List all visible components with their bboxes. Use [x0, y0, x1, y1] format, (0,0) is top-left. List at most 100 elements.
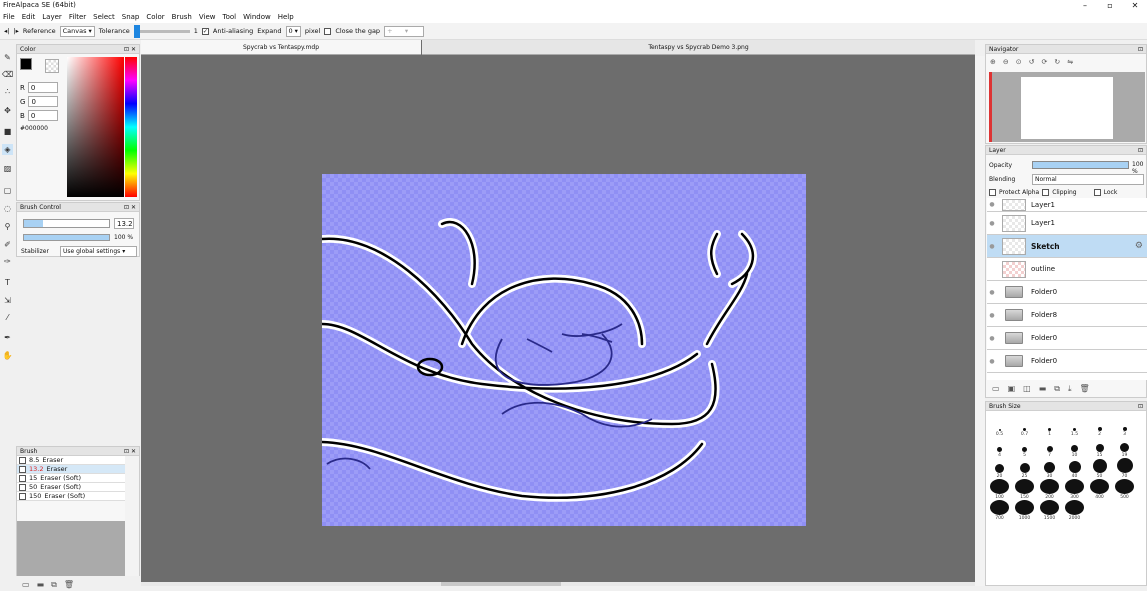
brush-size-option[interactable]: 2000	[1062, 500, 1087, 521]
brush-size-option[interactable]: 70	[1112, 458, 1137, 479]
brush-folder-icon[interactable]: ▬	[37, 580, 45, 590]
brush-size-option[interactable]: 3	[1112, 416, 1137, 437]
merge-layer-icon[interactable]: ⤓	[1068, 384, 1072, 394]
layer-row[interactable]: ● Sketch ⚙	[987, 235, 1147, 258]
new-folder-icon[interactable]: ▬	[1039, 384, 1047, 394]
tolerance-slider-thumb[interactable]	[133, 24, 140, 38]
protect-alpha-checkbox[interactable]	[989, 189, 996, 196]
brush-size-option[interactable]: 150	[1012, 479, 1037, 500]
panel-float-icon[interactable]: ⊡	[1138, 403, 1143, 410]
menu-layer[interactable]: Layer	[42, 13, 62, 21]
new-brush-icon[interactable]: ▭	[22, 580, 30, 590]
brush-size-option[interactable]: 10	[1062, 437, 1087, 458]
brush-size-option[interactable]: 400	[1087, 479, 1112, 500]
navigator-preview[interactable]	[989, 72, 1145, 142]
brush-size-option[interactable]: 200	[1037, 479, 1062, 500]
vertical-scrollbar[interactable]	[975, 56, 985, 586]
brush-opacity-slider[interactable]	[23, 234, 110, 241]
duplicate-layer-icon[interactable]: ⧉	[1054, 384, 1060, 394]
selection-pen-icon[interactable]: ✐	[2, 239, 13, 250]
delete-layer-icon[interactable]: 🗑	[1080, 384, 1090, 394]
visibility-icon[interactable]: ●	[987, 335, 997, 342]
maximize-icon[interactable]: ▫	[1100, 0, 1120, 11]
delete-brush-icon[interactable]: 🗑	[64, 580, 74, 590]
menu-select[interactable]: Select	[93, 13, 115, 21]
eraser-tool-icon[interactable]: ⌫	[2, 69, 13, 80]
reset-rotation-icon[interactable]: ⟳	[1042, 58, 1048, 66]
eyedropper-icon[interactable]: ✒	[2, 332, 13, 343]
panel-float-icon[interactable]: ⊡	[1138, 46, 1143, 53]
menu-color[interactable]: Color	[146, 13, 164, 21]
menu-tool[interactable]: Tool	[223, 13, 237, 21]
rect-tool-icon[interactable]: ■	[2, 126, 13, 137]
brush-item[interactable]: 15 Eraser (Soft)	[17, 474, 125, 483]
zoom-in-icon[interactable]: ⊕	[990, 58, 996, 66]
text-tool-icon[interactable]: T	[2, 277, 13, 288]
brush-item[interactable]: 150 Eraser (Soft)	[17, 492, 125, 501]
panel-float-icon[interactable]: ⊡	[1138, 147, 1143, 154]
brush-size-option[interactable]: 500	[1112, 479, 1137, 500]
expand-input[interactable]: 0 ▾	[285, 25, 301, 37]
brush-size-option[interactable]: 40	[1062, 458, 1087, 479]
dot-tool-icon[interactable]: ∴	[2, 86, 13, 97]
panel-close-icon[interactable]: ⊡ ✕	[124, 204, 136, 211]
brush-size-option[interactable]: 2	[1087, 416, 1112, 437]
brush-size-option[interactable]: 30	[1037, 458, 1062, 479]
menu-window[interactable]: Window	[243, 13, 271, 21]
brush-item[interactable]: 50 Eraser (Soft)	[17, 483, 125, 492]
visibility-icon[interactable]: ●	[987, 289, 997, 296]
brush-size-option[interactable]: 4	[987, 437, 1012, 458]
brush-size-option[interactable]: 15	[1087, 437, 1112, 458]
brush-size-option[interactable]: 300	[1062, 479, 1087, 500]
rotate-left-icon[interactable]: ↺	[1029, 58, 1035, 66]
new-8bit-layer-icon[interactable]: ▣	[1008, 384, 1016, 394]
select-tool-icon[interactable]: ▢	[2, 185, 13, 196]
divide-tool-icon[interactable]: ⁄	[2, 312, 13, 323]
visibility-icon[interactable]: ●	[987, 243, 997, 250]
brush-size-option[interactable]: 700	[987, 500, 1012, 521]
operation-tool-icon[interactable]: ⇲	[2, 295, 13, 306]
flip-icon[interactable]: ⇋	[1067, 58, 1073, 66]
rotate-right-icon[interactable]: ↻	[1054, 58, 1060, 66]
brush-size-option[interactable]: 0.5	[987, 416, 1012, 437]
close-gap-checkbox[interactable]	[324, 27, 332, 35]
brush-size-option[interactable]: 19	[1112, 437, 1137, 458]
brush-size-option[interactable]: 1	[1037, 416, 1062, 437]
new-1bit-layer-icon[interactable]: ◫	[1023, 384, 1031, 394]
fill-tool-icon[interactable]: ◈	[2, 144, 13, 155]
close-gap-select[interactable]: + ▾	[384, 25, 425, 37]
minimize-icon[interactable]: –	[1075, 0, 1095, 11]
menu-filter[interactable]: Filter	[69, 13, 86, 21]
stabilizer-select[interactable]: Use global settings ▾	[60, 246, 137, 257]
brush-size-option[interactable]: 50	[1087, 458, 1112, 479]
brush-item[interactable]: 8.5 Eraser	[17, 456, 125, 465]
reference-select[interactable]: Canvas ▾	[59, 25, 95, 37]
tab-document-2[interactable]: Tentaspy vs Spycrab Demo 3.png	[422, 40, 975, 55]
zoom-fit-icon[interactable]: ⊙	[1016, 58, 1022, 66]
hue-slider[interactable]	[125, 57, 137, 197]
menu-snap[interactable]: Snap	[122, 13, 140, 21]
undo-icon[interactable]: ◂|	[4, 27, 9, 35]
pen-tool-icon[interactable]: ✎	[2, 52, 13, 63]
zoom-out-icon[interactable]: ⊖	[1003, 58, 1009, 66]
transparent-color-swatch[interactable]	[45, 59, 59, 73]
brush-size-option[interactable]: 5	[1012, 437, 1037, 458]
menu-view[interactable]: View	[199, 13, 216, 21]
tolerance-slider[interactable]	[133, 24, 190, 38]
tab-document-1[interactable]: Spycrab vs Tentaspy.mdp	[141, 40, 421, 55]
folder-row[interactable]: ● Folder0	[987, 281, 1147, 304]
menu-file[interactable]: File	[3, 13, 15, 21]
brush-item[interactable]: 13.2 Eraser	[17, 465, 125, 474]
move-tool-icon[interactable]: ✥	[2, 105, 13, 116]
r-input[interactable]: 0	[27, 82, 58, 93]
layer-row[interactable]: ● Layer1	[987, 198, 1147, 212]
brush-size-input[interactable]: 13.2	[114, 218, 134, 229]
brush-size-option[interactable]: 1.5	[1062, 416, 1087, 437]
menu-edit[interactable]: Edit	[22, 13, 36, 21]
b-input[interactable]: 0	[27, 110, 58, 121]
panel-close-icon[interactable]: ⊡ ✕	[124, 448, 136, 455]
hand-tool-icon[interactable]: ✋	[2, 350, 13, 361]
horizontal-scrollbar[interactable]	[141, 582, 975, 586]
panel-close-icon[interactable]: ⊡ ✕	[124, 46, 136, 53]
foreground-color-swatch[interactable]	[20, 58, 32, 70]
